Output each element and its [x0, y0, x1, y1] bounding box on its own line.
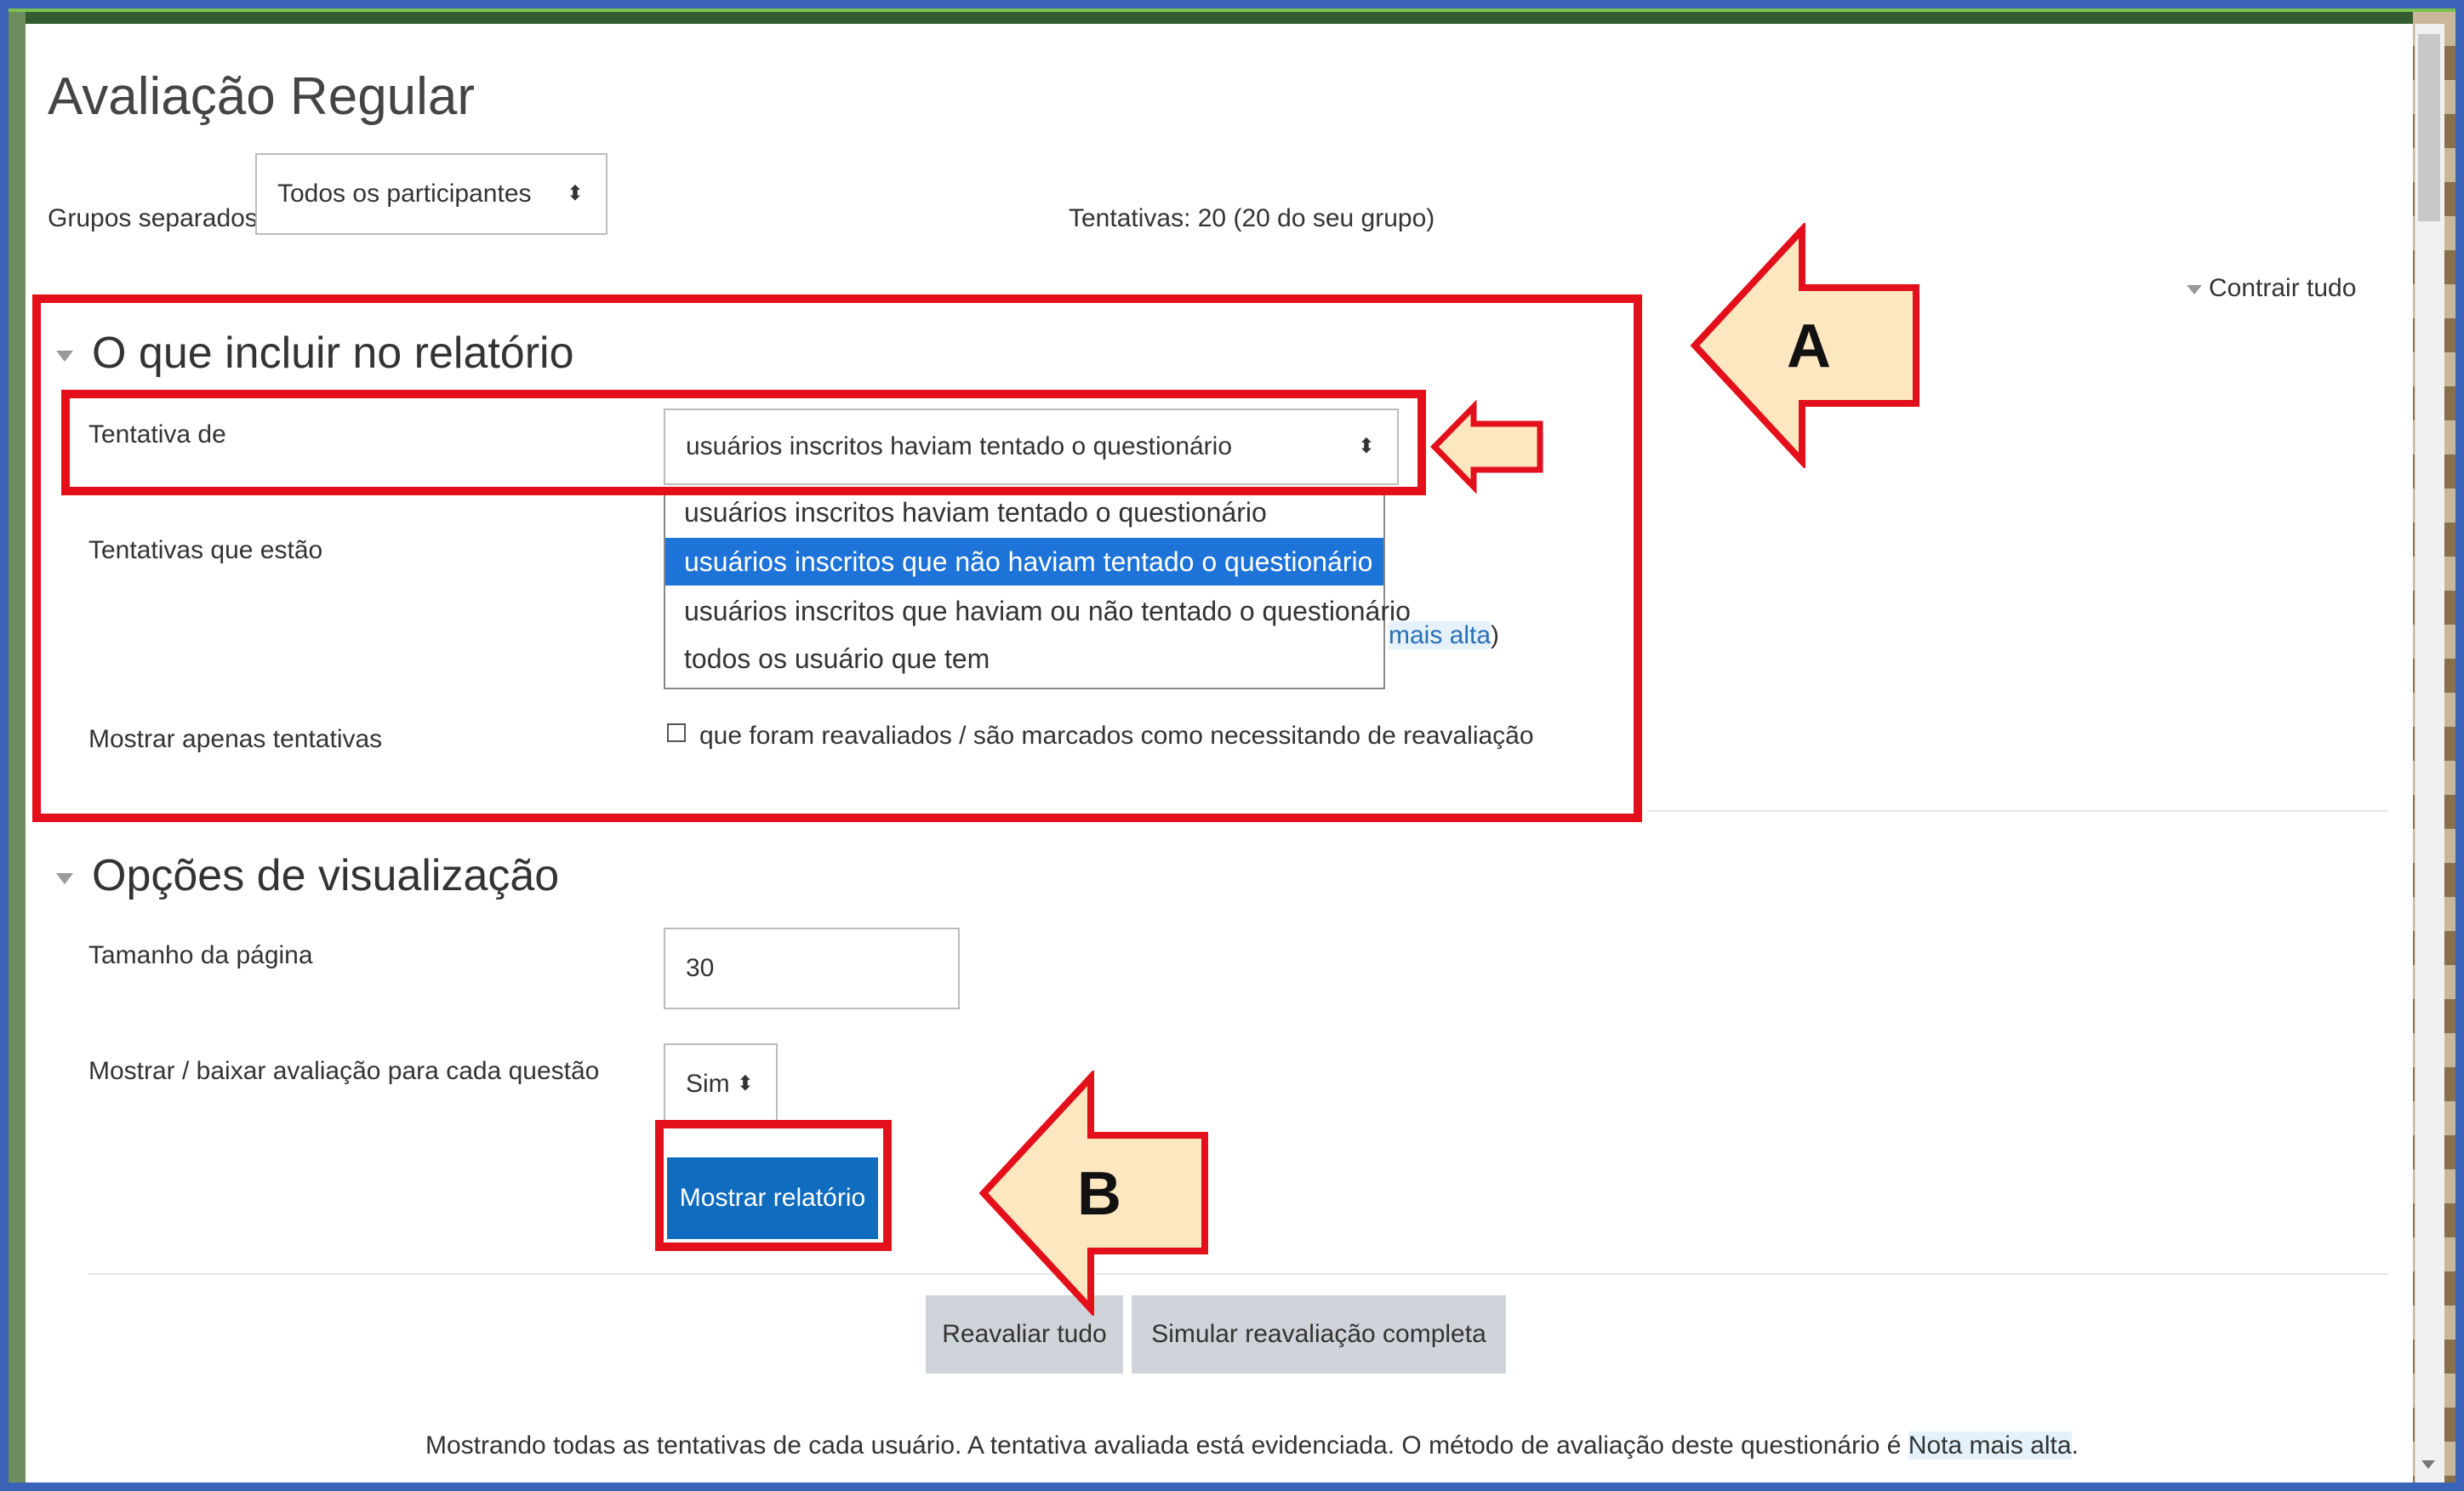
- outer-frame-border: [0, 0, 2464, 1491]
